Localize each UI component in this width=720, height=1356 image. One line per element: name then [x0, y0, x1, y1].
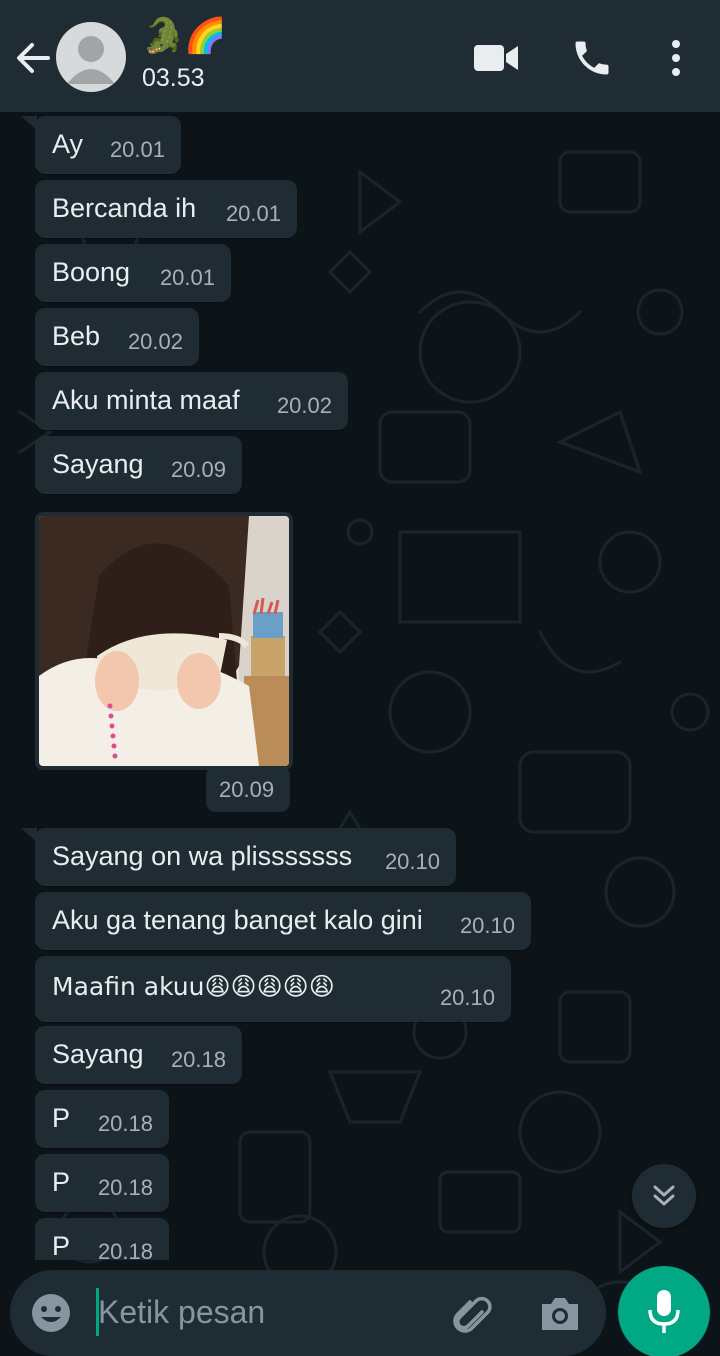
chat-screen: 🐊🌈 03.53 Ay 20.01 Bercanda ih 20.01 Boon…: [0, 0, 720, 1356]
message-time: 20.10: [459, 913, 515, 938]
message-text: P: [52, 1167, 71, 1197]
message-list[interactable]: Ay 20.01 Bercanda ih 20.01 Boong 20.01 B…: [0, 112, 720, 1260]
message-time: 20.02: [127, 329, 183, 354]
arrow-left-icon[interactable]: [12, 38, 52, 78]
message-time: 20.09: [219, 777, 275, 802]
message-bubble[interactable]: Beb 20.02: [35, 308, 199, 366]
message-input[interactable]: [98, 1288, 418, 1336]
camera-icon[interactable]: [538, 1292, 582, 1334]
message-bubble[interactable]: P 20.18: [35, 1154, 169, 1212]
message-composer: [10, 1270, 606, 1356]
message-bubble[interactable]: Aku minta maaf 20.02: [35, 372, 348, 430]
message-time: 20.01: [159, 265, 215, 290]
double-chevron-down-icon: [653, 1185, 675, 1206]
message-bubble[interactable]: Maafin akuu😩😩😩😩😩 20.10: [35, 956, 511, 1022]
avatar[interactable]: [56, 22, 126, 92]
message-bubble[interactable]: P 20.18: [35, 1218, 169, 1260]
message-time: 20.10: [439, 985, 495, 1010]
contact-name[interactable]: 🐊🌈: [142, 16, 227, 56]
message-text: Sayang: [52, 1039, 144, 1069]
voice-record-button[interactable]: [618, 1266, 710, 1356]
emoji-icon[interactable]: [30, 1292, 72, 1334]
message-time: 20.18: [97, 1239, 153, 1260]
message-bubble[interactable]: Sayang on wa plisssssss 20.10: [21, 828, 456, 886]
message-text: Beb: [52, 321, 101, 351]
paperclip-icon[interactable]: [448, 1292, 492, 1336]
message-bubble[interactable]: P 20.18: [35, 1090, 169, 1148]
crying-child-photo: [39, 516, 289, 766]
message-bubble[interactable]: Sayang 20.18: [35, 1026, 242, 1084]
message-time: 20.18: [97, 1111, 153, 1136]
message-bubble[interactable]: Aku ga tenang banget kalo gini 20.10: [35, 892, 531, 950]
message-text: Ay: [52, 129, 84, 159]
message-bubble[interactable]: Sayang 20.09: [35, 436, 242, 494]
message-bubble[interactable]: Boong 20.01: [35, 244, 231, 302]
message-text: Sayang on wa plisssssss: [52, 841, 353, 871]
message-text: Bercanda ih: [52, 193, 197, 223]
last-seen-status: 03.53: [142, 64, 205, 92]
message-time: 20.09: [170, 457, 226, 482]
message-text: Aku minta maaf: [52, 385, 240, 415]
image-time: 20.09: [206, 766, 290, 812]
microphone-icon: [648, 1290, 680, 1333]
message-time: 20.01: [225, 201, 281, 226]
message-bubble[interactable]: Ay 20.01: [21, 116, 181, 174]
message-text: Sayang: [52, 449, 144, 479]
video-camera-icon[interactable]: [472, 40, 520, 76]
chat-header: 🐊🌈 03.53: [0, 0, 720, 112]
message-time: 20.10: [384, 849, 440, 874]
default-avatar-icon: [67, 36, 115, 84]
message-time: 20.18: [170, 1047, 226, 1072]
message-text: P: [52, 1103, 71, 1133]
phone-icon[interactable]: [570, 36, 614, 80]
message-time: 20.01: [109, 137, 165, 162]
more-vertical-icon[interactable]: [664, 36, 688, 80]
message-text: Boong: [52, 257, 131, 287]
message-time: 20.02: [276, 393, 332, 418]
message-text: Aku ga tenang banget kalo gini: [52, 905, 423, 935]
scroll-to-bottom-button[interactable]: [632, 1164, 696, 1228]
image-message[interactable]: [35, 512, 293, 770]
message-text: Maafin akuu😩😩😩😩😩: [52, 972, 335, 1001]
message-bubble[interactable]: Bercanda ih 20.01: [35, 180, 297, 238]
message-text: P: [52, 1231, 71, 1260]
message-time: 20.18: [97, 1175, 153, 1200]
